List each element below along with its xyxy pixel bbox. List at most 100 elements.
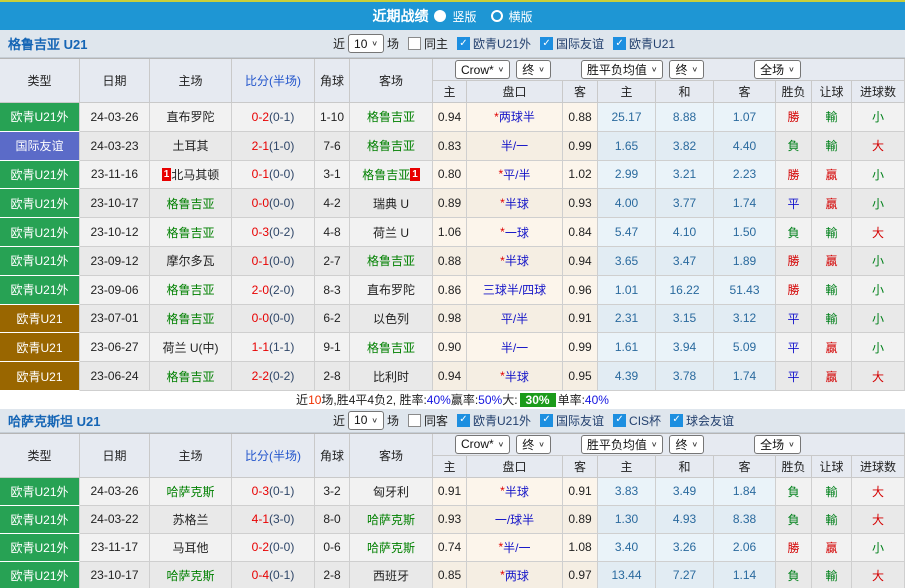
home-team: 格鲁吉亚 [150,362,232,391]
summary-part: 场,胜4平4负2, 胜率: [321,393,427,408]
column-header: 主场 [150,433,232,478]
scope-select[interactable]: 全场 ∨ [754,60,801,79]
corner-count: 4-8 [315,218,350,247]
handicap-name: 半/一 [503,540,531,555]
away-team: 格鲁吉亚 1 [350,160,433,190]
mean-draw: 3.26 [656,533,714,562]
away-team-name: 西班牙 [372,568,409,583]
final-odds-select[interactable]: 终 ∨ [516,434,551,454]
mean-away: 1.14 [714,561,776,588]
same-venue-label: 同客 [423,413,448,428]
league-checkbox[interactable]: ✓ [457,37,470,50]
half-time-score: (0-0) [269,253,295,268]
summary-row: 近 10 场,胜4平4负2, 胜率: 40% 赢率: 50% 大: 30% 单率: 40% [0,390,905,409]
full-time-score: 2-0 [251,282,269,297]
mean-draw: 4.10 [656,218,714,247]
match-date: 23-10-17 [80,189,150,219]
half-time-score: (0-1) [269,568,295,583]
home-odds: 0.94 [433,362,467,391]
team-sections: 格鲁吉亚 U21 近 10 ∨ 场同主 ✓ 欧青U21外 ✓ 国际友谊 ✓ 欧青U21 类型 日期 主场比… [0,30,905,588]
league-checkbox[interactable]: ✓ [613,413,627,427]
corner-count: 2-7 [315,246,350,276]
red-card-icon: 1 [161,167,172,181]
match-date: 23-11-17 [80,533,150,562]
half-time-score: (3-0) [269,512,295,527]
half-time-score: (0-2) [269,225,295,240]
radio-vertical-selected-icon[interactable] [434,10,447,22]
mean-home: 3.40 [598,533,656,562]
radio-horizontal-label[interactable]: 横版 [509,8,533,25]
summary-part: 10 [308,392,322,407]
column-subheader: 主 [433,81,467,103]
away-odds: 0.89 [563,505,598,534]
handicap-name: 半球 [504,196,529,211]
select-value: 终 [675,437,688,452]
mean-away: 4.40 [714,131,776,161]
handicap: 三球半/四球 [467,275,563,305]
league-checkbox[interactable]: ✓ [670,413,684,427]
handicap-result: 輸 [812,218,852,247]
league-checkbox[interactable]: ✓ [540,413,554,427]
match-date: 24-03-22 [80,505,150,534]
scope-select[interactable]: 全场 ∨ [754,434,801,454]
handicap-name: 两球半 [498,110,535,125]
column-subheader: 让球 [812,455,852,478]
near-label: 近 [333,37,346,51]
column-subheader: 客 [563,81,598,103]
final-mean-select[interactable]: 终 ∨ [669,60,705,79]
mean-draw: 3.21 [656,160,714,190]
league-checkbox[interactable]: ✓ [457,413,470,427]
match-date: 23-10-17 [80,561,150,588]
mean-home: 13.44 [598,561,656,588]
section-team-name: 格鲁吉亚 U21 [8,37,88,52]
goals-result: 小 [852,160,905,190]
radio-vertical-label[interactable]: 竖版 [452,8,476,25]
home-team: 格鲁吉亚 [150,218,232,247]
mean-away: 8.38 [714,505,776,534]
home-team-name: 北马其顿 [171,167,220,182]
match-score: 1-1 (1-1) [232,333,315,363]
same-venue-checkbox[interactable] [407,413,421,427]
goals-result: 大 [852,561,905,588]
mean-away: 1.84 [714,477,776,506]
home-odds: 1.06 [433,218,467,247]
league-checkbox[interactable]: ✓ [540,37,554,50]
home-odds: 0.93 [433,505,467,534]
away-team-name: 匈牙利 [372,484,409,499]
recent-count-select[interactable]: 10 ∨ [348,34,384,53]
handicap-result: 贏 [812,533,852,562]
odds-source-select[interactable]: Crow* ∨ [455,60,511,79]
odds-source-select[interactable]: Crow* ∨ [455,434,511,454]
match-type-badge: 欧青U21外 [0,160,80,190]
handicap-name: 一球 [504,225,529,240]
full-time-score: 0-0 [251,196,269,211]
recent-count-select[interactable]: 10 ∨ [348,410,384,430]
goals-result: 小 [852,304,905,334]
handicap-result: 贏 [812,189,852,219]
final-mean-select[interactable]: 终 ∨ [669,434,705,454]
handicap-result: 贏 [812,333,852,363]
mean-draw: 3.82 [656,131,714,161]
mean-odds-select[interactable]: 胜平负均值 ∨ [580,60,664,79]
team-section: 格鲁吉亚 U21 近 10 ∨ 场同主 ✓ 欧青U21外 ✓ 国际友谊 ✓ 欧青U21 类型 日期 主场比… [0,30,905,409]
summary-part: 40% [584,392,609,407]
win-draw-loss-result: 勝 [776,275,812,305]
corner-count: 1-10 [315,103,350,132]
radio-horizontal-icon[interactable] [490,10,503,22]
league-checkbox[interactable]: ✓ [613,37,627,50]
same-venue-checkbox[interactable] [407,37,421,50]
mean-odds-select[interactable]: 胜平负均值 ∨ [580,434,664,454]
away-team-name: 格鲁吉亚 [366,139,415,154]
home-team-name: 摩尔多瓦 [166,254,215,269]
match-score: 0-3 (0-2) [232,218,315,247]
match-score: 0-2 (0-1) [232,103,315,132]
full-time-score: 0-3 [251,225,269,240]
away-odds: 0.93 [563,189,598,219]
home-odds: 0.91 [433,477,467,506]
mean-draw: 7.27 [656,561,714,588]
match-score: 0-3 (0-1) [232,477,315,506]
away-team: 以色列 [350,304,433,334]
column-header: 比分(半场) [232,433,315,478]
final-odds-select[interactable]: 终 ∨ [516,60,551,79]
goals-result: 小 [852,103,905,132]
